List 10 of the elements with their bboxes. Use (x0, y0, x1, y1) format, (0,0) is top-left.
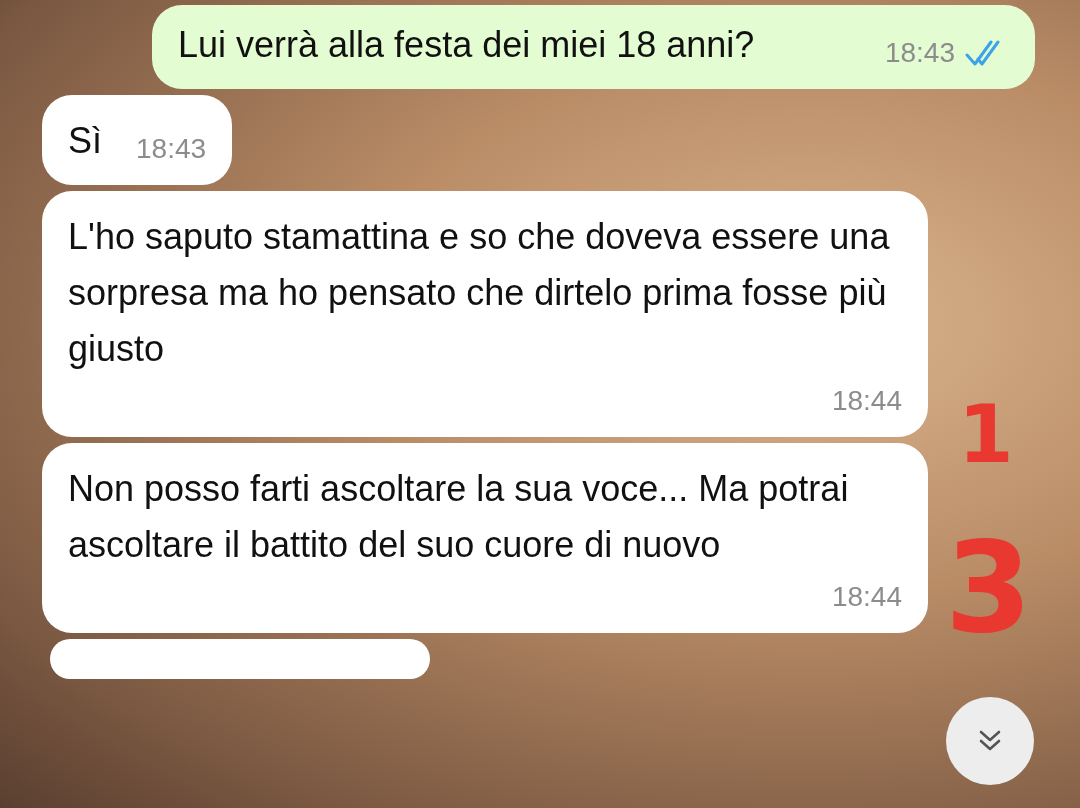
message-time: 18:43 (136, 132, 207, 166)
message-text: Lui verrà alla festa dei miei 18 anni? (178, 23, 755, 67)
message-text: L'ho saputo stamattina e so che doveva essere una sorpresa ma ho pensato che dirtelo prima fosse più giusto (68, 215, 891, 371)
message-text: Sì (68, 119, 102, 163)
handwritten-annotation: 1 (958, 395, 1014, 475)
message-time: 18:44 (831, 384, 902, 418)
handwritten-annotation: 3 (945, 525, 1032, 650)
message-text: Non posso farti ascoltare la sua voce... Ma potrai ascoltare il battito del suo cuore di nuovo (68, 467, 850, 567)
message-time: 18:44 (831, 580, 902, 614)
message-time: 18:43 (884, 36, 955, 70)
